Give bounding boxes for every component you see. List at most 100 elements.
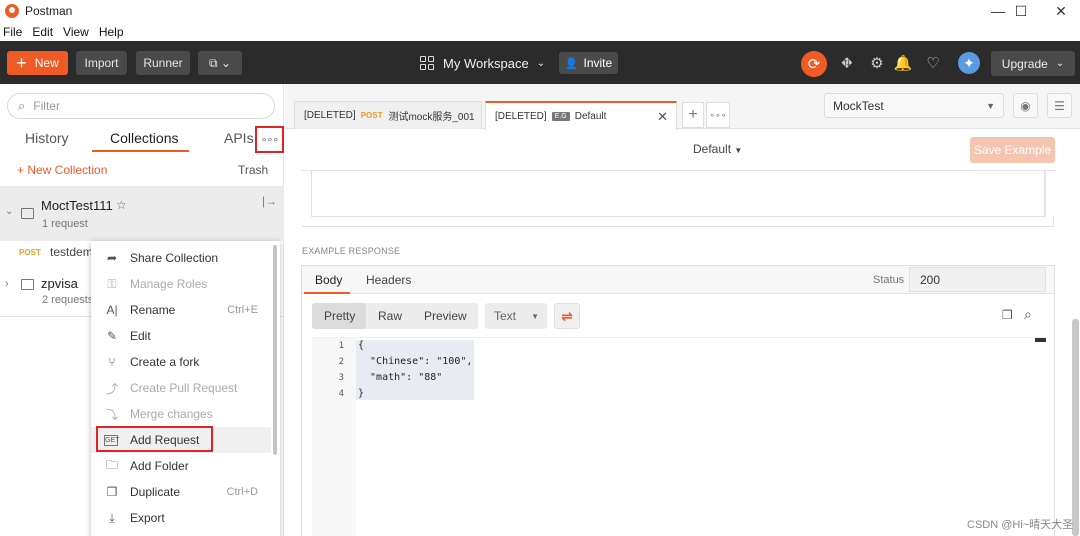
- main-panel: [DELETED] POST 测试mock服务_001 [DELETED] E.…: [285, 84, 1080, 536]
- tab-apis[interactable]: APIs: [224, 130, 254, 146]
- response-code-editor[interactable]: 1 { 2 "Chinese": "100", 3 "math": "88" 4…: [312, 337, 1046, 536]
- trash-link[interactable]: Trash: [238, 163, 268, 177]
- code-line: "Chinese": "100",: [358, 356, 473, 367]
- star-icon[interactable]: ☆: [116, 198, 127, 212]
- format-pretty-button[interactable]: Pretty: [324, 309, 355, 323]
- tab-example-default[interactable]: [DELETED] E.G Default ✕: [485, 101, 677, 130]
- folder-icon: [21, 208, 34, 219]
- satellite-icon[interactable]: ⛖: [837, 53, 857, 73]
- code-selection: [356, 340, 474, 400]
- line-number: 2: [338, 357, 344, 367]
- context-menu-scrollbar[interactable]: [273, 245, 277, 455]
- tab-collections[interactable]: Collections: [110, 130, 178, 146]
- environment-settings-sliders-icon[interactable]: ☰: [1047, 93, 1072, 118]
- caret-down-icon: ▼: [986, 100, 995, 111]
- close-window-button[interactable]: ✕: [1038, 0, 1080, 22]
- copy-icon[interactable]: ❐: [1002, 308, 1013, 322]
- tab-options-button[interactable]: ∘∘∘: [706, 102, 730, 128]
- menu-bar: File Edit View Help: [0, 22, 1080, 41]
- sync-icon[interactable]: ⟳: [801, 51, 827, 77]
- tab-history[interactable]: History: [25, 130, 69, 146]
- new-window-button[interactable]: ⧉ ⌄: [198, 51, 242, 75]
- share-icon: ➦: [106, 251, 118, 265]
- search-icon[interactable]: ⌕: [1024, 306, 1032, 323]
- request-body-editor[interactable]: [311, 171, 1045, 217]
- workspace-dropdown[interactable]: My Workspace ⌄: [420, 53, 545, 73]
- workspace-grid-icon: [420, 56, 434, 70]
- format-preview-button[interactable]: Preview: [424, 309, 467, 323]
- collapse-arrow-icon[interactable]: |→: [262, 194, 277, 208]
- code-line: }: [358, 388, 365, 399]
- avatar[interactable]: ✦: [958, 52, 980, 74]
- roles-icon: ⚿: [107, 276, 117, 291]
- collection-row-mocttest111[interactable]: ⌄ MoctTest111 ☆ 1 request |→: [0, 186, 284, 241]
- folder-add-icon: 🗀: [105, 457, 118, 472]
- tab-request-deleted-mock[interactable]: [DELETED] POST 测试mock服务_001: [294, 101, 482, 129]
- tab-headers[interactable]: Headers: [366, 273, 411, 287]
- line-number-gutter: [312, 338, 356, 536]
- menu-item-add-folder[interactable]: 🗀 Add Folder: [91, 453, 271, 479]
- menu-help[interactable]: Help: [99, 25, 124, 39]
- menu-item-edit[interactable]: ✎ Edit: [91, 323, 271, 349]
- language-dropdown[interactable]: Text ▼: [485, 303, 547, 329]
- runner-button[interactable]: Runner: [136, 51, 190, 75]
- environment-select[interactable]: MockTest ▼: [824, 93, 1004, 118]
- export-icon: ⤓: [109, 510, 115, 525]
- menu-item-rename[interactable]: A| Rename Ctrl+E: [91, 297, 271, 323]
- settings-gear-icon[interactable]: ⚙: [867, 53, 887, 73]
- collection-more-button[interactable]: ∘∘∘: [255, 126, 284, 153]
- rename-icon: A|: [106, 303, 118, 317]
- new-button[interactable]: + New: [7, 51, 68, 75]
- upgrade-button[interactable]: Upgrade ⌄: [991, 51, 1075, 76]
- chevron-down-icon[interactable]: ⌄: [5, 206, 13, 217]
- add-tab-button[interactable]: +: [682, 102, 704, 128]
- collection-name: MoctTest111: [41, 198, 113, 213]
- code-scrollbar[interactable]: [1035, 338, 1046, 342]
- menu-item-duplicate[interactable]: ❐ Duplicate Ctrl+D: [91, 479, 271, 505]
- tab-body[interactable]: Body: [315, 273, 342, 287]
- chevron-down-icon: ⌄: [536, 57, 546, 69]
- invite-button[interactable]: 👤 Invite: [559, 52, 618, 74]
- status-input[interactable]: 200: [909, 267, 1046, 292]
- chevron-right-icon[interactable]: ›: [5, 278, 9, 290]
- main-scrollbar[interactable]: [1072, 319, 1079, 536]
- menu-file[interactable]: File: [3, 25, 22, 39]
- merge-icon: ⤵: [105, 407, 118, 422]
- heart-icon[interactable]: ♡: [923, 53, 943, 73]
- close-tab-icon[interactable]: ✕: [657, 109, 668, 125]
- environment-bar: MockTest ▼ ◉ ☰: [812, 84, 1080, 129]
- import-button[interactable]: Import: [76, 51, 127, 75]
- plus-icon: +: [16, 53, 27, 73]
- method-badge: POST: [19, 248, 41, 257]
- response-header-bar: Body Headers Status 200: [302, 266, 1054, 294]
- window-title: Postman: [25, 4, 73, 18]
- more-options-icon: ∘∘∘: [260, 134, 280, 146]
- menu-edit[interactable]: Edit: [32, 25, 53, 39]
- line-number: 4: [338, 389, 344, 399]
- save-example-button[interactable]: Save Example: [970, 137, 1055, 163]
- postman-logo-icon: [5, 4, 19, 18]
- menu-item-share-collection[interactable]: ➦ Share Collection: [91, 245, 271, 271]
- collection-request-count: 2 requests: [42, 294, 94, 306]
- notification-bell-icon[interactable]: 🔔: [893, 53, 913, 73]
- menu-view[interactable]: View: [63, 25, 89, 39]
- menu-item-export[interactable]: ⤓ Export: [91, 505, 271, 531]
- pencil-icon: ✎: [106, 329, 118, 343]
- wrap-lines-icon[interactable]: ⇌: [554, 303, 580, 329]
- request-name: testdem: [50, 245, 93, 259]
- collection-context-menu: ➦ Share Collection ⚿ Manage Roles A| Ren…: [91, 241, 280, 536]
- line-number: 1: [338, 341, 344, 351]
- filter-input[interactable]: ⌕ Filter: [7, 93, 275, 119]
- menu-item-manage-roles: ⚿ Manage Roles: [91, 271, 271, 297]
- format-raw-button[interactable]: Raw: [378, 309, 402, 323]
- code-line: "math": "88": [358, 372, 443, 383]
- new-collection-button[interactable]: + New Collection: [17, 163, 107, 177]
- example-response-panel: Body Headers Status 200 Pretty Raw Previ…: [301, 265, 1055, 536]
- chevron-down-icon: ⌄: [1055, 58, 1065, 69]
- example-name-dropdown[interactable]: Default ▼: [693, 142, 742, 156]
- menu-item-create-fork[interactable]: ⑂ Create a fork: [91, 349, 271, 375]
- status-label: Status: [873, 274, 905, 286]
- environment-quick-look-eye-icon[interactable]: ◉: [1013, 93, 1038, 118]
- request-body-scrollbar[interactable]: [1045, 171, 1054, 217]
- add-request-highlight: [96, 426, 213, 452]
